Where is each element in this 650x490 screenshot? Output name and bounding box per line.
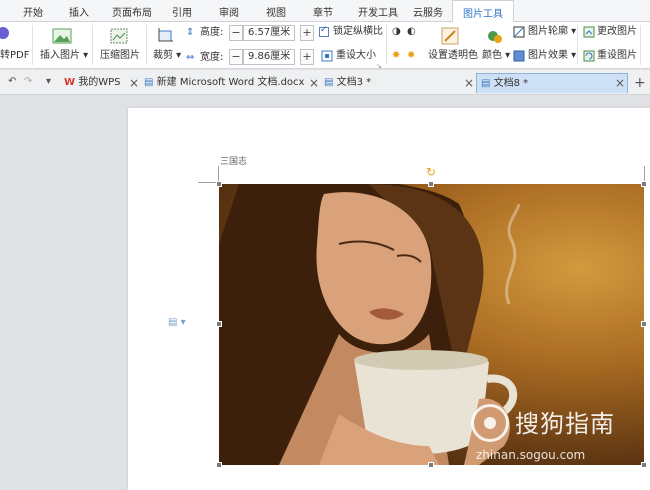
pdf-icon [0,27,9,39]
resize-handle-top-right[interactable] [641,181,647,187]
height-increase-button[interactable]: + [300,25,314,41]
set-transparent-icon [441,27,459,45]
wps-logo-icon: W [64,77,76,88]
color-button[interactable]: 颜色 ▾ [482,50,510,62]
tab-chapter[interactable]: 章节 [313,4,333,19]
tab-start[interactable]: 开始 [23,4,43,19]
ribbon-tab-bar: 开始 插入 页面布局 引用 审阅 视图 章节 开发工具 云服务 图片工具 [0,0,650,23]
brightness-decrease-icon[interactable]: ✹ [407,50,415,62]
close-tab-icon[interactable]: × [309,73,319,93]
tab-wps-home-label: 我的WPS [78,77,121,88]
layout-options-icon[interactable]: ▤ ▾ [168,317,186,328]
color-icon [488,31,502,43]
picture-outline-label: 图片轮廓 [528,26,568,37]
height-decrease-button[interactable]: − [229,25,243,41]
tab-view[interactable]: 视图 [266,4,286,19]
tab-cloud[interactable]: 云服务 [413,4,443,19]
document-icon: ▤ [324,77,334,88]
resize-handle-bottom-left[interactable] [216,462,222,468]
lock-ratio-label: 锁定纵横比 [333,26,383,37]
new-tab-button[interactable]: + [634,73,646,93]
crop-button[interactable]: 裁剪 ▾ [153,50,181,62]
undo-icon[interactable]: ↶ [8,76,16,88]
contrast-icon[interactable]: ◑ [392,26,401,38]
tab-wps-home[interactable]: W 我的WPS [64,73,120,93]
reset-picture-icon [583,50,595,62]
watermark-url: zhinan.sogou.com [476,448,586,462]
picture-effects-label: 图片效果 [528,50,568,61]
redo-icon[interactable]: ↷ [24,76,32,88]
document-icon: ▤ [144,77,154,88]
insert-picture-button[interactable]: 插入图片 ▾ [40,50,88,62]
tab-references[interactable]: 引用 [172,4,192,19]
close-tab-icon[interactable]: × [615,73,625,93]
watermark-title: 搜狗指南 [515,410,615,438]
ribbon: 转PDF 插入图片 ▾ 压缩图片 裁剪 ▾ ⇕ 高度: − 6.57厘米 + ⇔… [0,22,650,70]
compress-picture-icon [110,28,128,44]
tab-picture-tools[interactable]: 图片工具 [452,0,514,23]
color-label: 颜色 [482,50,502,61]
change-picture-button[interactable]: 更改图片 [597,26,637,38]
insert-picture-icon [52,28,72,44]
width-input[interactable]: 9.86厘米 [243,49,295,65]
reset-picture-button[interactable]: 重设图片 [597,50,637,62]
picture-outline-button[interactable]: 图片轮廓 ▾ [528,26,576,38]
lock-ratio-checkbox[interactable] [319,25,329,37]
resize-handle-left[interactable] [216,321,222,327]
document-tab-bar: ↶ ↷ ▾ W 我的WPS × ▤ 新建 Microsoft Word 文档.d… [0,70,650,95]
crop-label: 裁剪 [153,50,173,61]
brightness-increase-icon[interactable]: ✸ [392,50,400,62]
document-icon: ▤ [481,78,491,89]
picture-effects-button[interactable]: 图片效果 ▾ [528,50,576,62]
change-picture-icon [583,26,595,38]
reset-size-icon [321,50,333,62]
tab-new-word-doc[interactable]: ▤ 新建 Microsoft Word 文档.docx [144,73,304,93]
tab-doc3[interactable]: ▤ 文档3 * [324,73,371,93]
tab-list-dropdown-icon[interactable]: ▾ [46,76,51,88]
width-decrease-button[interactable]: − [229,49,243,65]
height-label: 高度: [200,27,224,38]
resize-handle-bottom-right[interactable] [641,462,647,468]
width-label: 宽度: [200,52,224,63]
set-transparent-button[interactable]: 设置透明色 [428,50,478,62]
reset-size-button[interactable]: 重设大小 [336,50,376,62]
picture-outline-icon [513,26,525,38]
height-icon: ⇕ [186,27,195,38]
margin-corner-mark [198,182,218,183]
tab-developer[interactable]: 开发工具 [358,4,398,19]
tab-insert[interactable]: 插入 [69,4,89,19]
compress-picture-button[interactable]: 压缩图片 [100,50,140,62]
tab-doc8-label: 文档8 * [493,78,529,89]
tab-doc3-label: 文档3 * [336,77,372,88]
width-increase-button[interactable]: + [300,49,314,65]
close-tab-icon[interactable]: × [464,73,474,93]
resize-handle-bottom[interactable] [428,462,434,468]
height-input[interactable]: 6.57厘米 [243,25,295,41]
resize-handle-right[interactable] [641,321,647,327]
tab-review[interactable]: 审阅 [219,4,239,19]
close-tab-icon[interactable]: × [129,73,139,93]
tab-new-word-doc-label: 新建 Microsoft Word 文档.docx [156,77,305,88]
width-icon: ⇔ [186,52,195,63]
tab-page-layout[interactable]: 页面布局 [112,4,152,19]
resize-handle-top[interactable] [428,181,434,187]
to-pdf-button[interactable]: 转PDF [0,50,29,62]
contrast-more-icon[interactable]: ◐ [407,26,416,38]
picture-effects-icon [513,50,525,62]
insert-picture-label: 插入图片 [40,50,80,61]
rotate-handle-icon[interactable]: ↻ [426,165,436,179]
sogou-watermark-logo-icon [471,404,509,442]
crop-icon [158,28,173,42]
resize-handle-top-left[interactable] [216,181,222,187]
header-text[interactable]: 三国志 [220,154,247,167]
tab-doc8[interactable]: ▤ 文档8 * [476,73,628,93]
